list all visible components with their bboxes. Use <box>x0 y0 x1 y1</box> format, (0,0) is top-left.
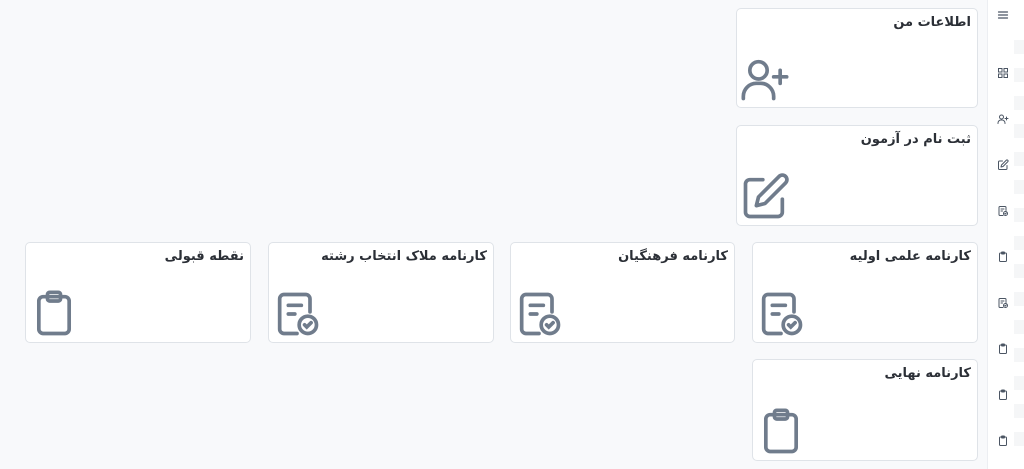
report-card-icon[interactable] <box>996 204 1010 218</box>
report-card-icon <box>271 288 323 340</box>
card-title: کارنامه علمی اولیه <box>849 249 971 264</box>
user-plus-icon <box>739 53 791 105</box>
clipboard-icon[interactable] <box>996 388 1010 402</box>
menu-icon[interactable] <box>996 8 1010 22</box>
card-title: کارنامه نهایی <box>884 366 971 381</box>
clipboard-icon <box>755 406 807 458</box>
user-plus-icon[interactable] <box>996 112 1010 126</box>
edit-icon[interactable] <box>996 158 1010 172</box>
card-final-scores[interactable]: کارنامه نهایی <box>752 359 978 461</box>
card-initial-scores[interactable]: کارنامه علمی اولیه <box>752 242 978 343</box>
card-cultural-scores[interactable]: کارنامه فرهنگیان <box>510 242 735 343</box>
edit-icon <box>739 171 791 223</box>
report-card-icon[interactable] <box>996 296 1010 310</box>
card-exam-registration[interactable]: ثبت نام در آزمون <box>736 125 978 226</box>
card-major-selection-scores[interactable]: کارنامه ملاک انتخاب رشته <box>268 242 494 343</box>
clipboard-icon[interactable] <box>996 250 1010 264</box>
report-card-icon <box>513 288 565 340</box>
card-acceptance-point[interactable]: نقطه قبولی <box>25 242 251 343</box>
dashboard-grid-icon[interactable] <box>996 66 1010 80</box>
sidebar <box>987 0 1024 469</box>
card-title: کارنامه فرهنگیان <box>618 249 728 264</box>
card-my-info[interactable]: اطلاعات من <box>736 8 978 108</box>
card-title: اطلاعات من <box>893 15 971 30</box>
card-title: ثبت نام در آزمون <box>860 132 971 147</box>
clipboard-icon[interactable] <box>996 342 1010 356</box>
report-card-icon <box>755 288 807 340</box>
card-title: نقطه قبولی <box>164 249 244 264</box>
sidebar-pattern <box>1014 40 1024 460</box>
clipboard-icon[interactable] <box>996 434 1010 448</box>
card-title: کارنامه ملاک انتخاب رشته <box>321 249 487 264</box>
clipboard-icon <box>28 288 80 340</box>
